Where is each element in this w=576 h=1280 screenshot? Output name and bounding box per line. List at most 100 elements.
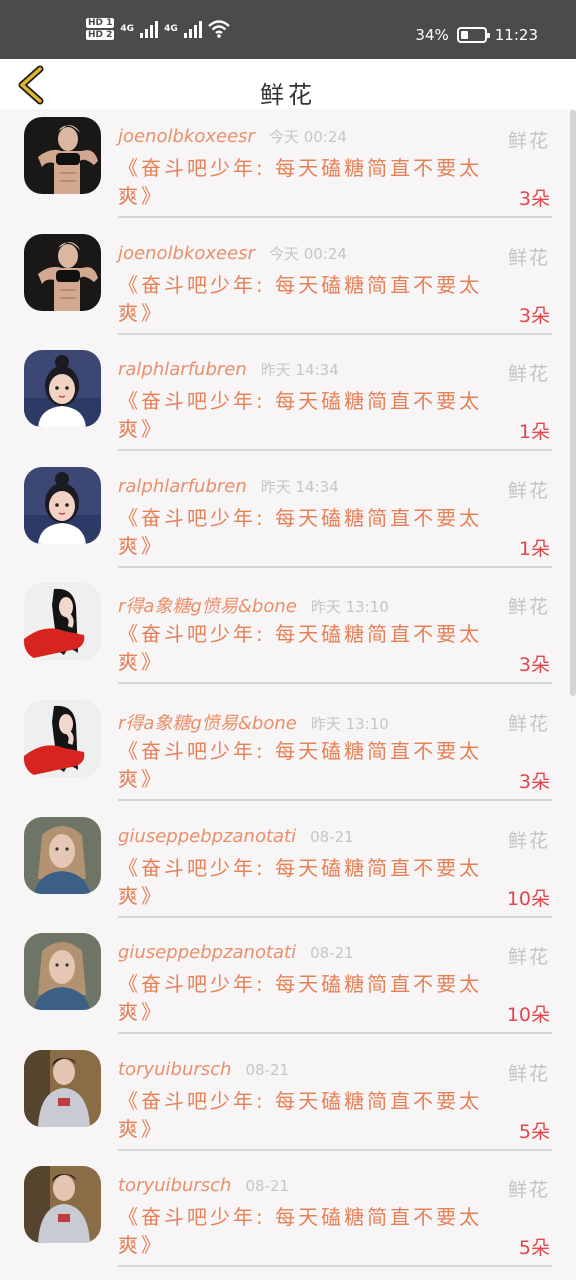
message-text: 《奋斗吧少年: 每天磕糖简直不要太爽》: [118, 1205, 483, 1258]
gift-type-label: 鲜花: [507, 596, 550, 619]
hd-badges: HD 1 HD 2: [86, 18, 115, 40]
gift-type-label: 鲜花: [507, 479, 550, 502]
message-text: 《奋斗吧少年: 每天磕糖简直不要太爽》: [118, 389, 483, 442]
blonde-girl-avatar[interactable]: [24, 816, 101, 894]
cartoon-girl-avatar[interactable]: [24, 350, 101, 428]
hd1-badge: HD 1: [86, 18, 115, 28]
flower-count: 1朵: [518, 537, 550, 560]
username-text: ralphlarfubren: [118, 359, 247, 381]
gift-type-label: 鲜花: [507, 1179, 550, 1202]
message-text: 《奋斗吧少年: 每天磕糖简直不要太爽》: [118, 738, 483, 791]
clock: 11:23: [494, 26, 538, 44]
red-shirt-girl-avatar[interactable]: [24, 699, 101, 777]
username-text: giuseppebpzanotati: [118, 825, 297, 847]
fitness-woman-avatar[interactable]: [24, 117, 101, 194]
battery-icon: [456, 27, 490, 43]
young-man-avatar[interactable]: [24, 1166, 101, 1244]
timestamp: 昨天 14:34: [260, 477, 339, 496]
list-item-10[interactable]: toryuibursch 08-21 鲜花 《奋斗吧少年: 每天磕糖简直不要太爽》…: [0, 1159, 566, 1276]
page-title: 鲜花: [260, 81, 316, 109]
divider: [118, 682, 552, 685]
message-text: 《奋斗吧少年: 每天磕糖简直不要太爽》: [118, 272, 483, 325]
username-text: joenolbkoxeesr: [118, 242, 255, 264]
flower-count: 3朵: [518, 304, 550, 327]
divider: [118, 332, 552, 335]
divider: [118, 1148, 552, 1151]
fitness-woman-avatar[interactable]: [24, 233, 101, 311]
young-man-avatar[interactable]: [24, 1049, 101, 1127]
gift-type-label: 鲜花: [507, 130, 550, 152]
flower-count: 3朵: [518, 654, 550, 677]
battery-percent: 34%: [415, 26, 449, 44]
timestamp: 昨天 14:34: [260, 361, 339, 380]
gift-type-label: 鲜花: [507, 363, 550, 386]
flower-count: 1朵: [518, 421, 550, 444]
username-text: r得a象糖g愤易&bone: [118, 712, 297, 734]
username-text: toryuibursch: [118, 1058, 232, 1080]
scrollbar[interactable]: [570, 110, 576, 696]
divider: [118, 798, 552, 801]
divider: [118, 1032, 552, 1035]
network-type-2: 4G: [164, 24, 178, 34]
timestamp: 08-21: [310, 827, 354, 846]
username: toryuibursch 08-21: [118, 1175, 289, 1196]
flower-count: 3朵: [518, 188, 550, 210]
username: joenolbkoxeesr 今天 00:24: [118, 243, 347, 264]
message-text: 《奋斗吧少年: 每天磕糖简直不要太爽》: [118, 505, 483, 558]
status-bar: HD 1 HD 2 4G 4G 34% 11:23: [0, 0, 576, 59]
message-text: 《奋斗吧少年: 每天磕糖简直不要太爽》: [118, 156, 483, 208]
blonde-girl-avatar[interactable]: [24, 933, 101, 1011]
list-item-9[interactable]: toryuibursch 08-21 鲜花 《奋斗吧少年: 每天磕糖简直不要太爽》…: [0, 1043, 566, 1160]
divider: [118, 1265, 552, 1268]
list-item-3[interactable]: ralphlarfubren 昨天 14:34 鲜花 《奋斗吧少年: 每天磕糖简直…: [0, 343, 566, 460]
list-item-8[interactable]: giuseppebpzanotati 08-21 鲜花 《奋斗吧少年: 每天磕糖简…: [0, 926, 566, 1043]
username-text: giuseppebpzanotati: [118, 942, 297, 964]
message-text: 《奋斗吧少年: 每天磕糖简直不要太爽》: [118, 855, 483, 908]
timestamp: 今天 00:24: [268, 244, 347, 263]
timestamp: 08-21: [310, 944, 354, 963]
list-item-4[interactable]: ralphlarfubren 昨天 14:34 鲜花 《奋斗吧少年: 每天磕糖简直…: [0, 460, 566, 577]
username: joenolbkoxeesr 今天 00:24: [118, 126, 347, 147]
timestamp: 昨天 13:10: [310, 598, 389, 617]
list-item-6[interactable]: r得a象糖g愤易&bone 昨天 13:10 鲜花 《奋斗吧少年: 每天磕糖简直不…: [0, 693, 566, 810]
flower-count: 5朵: [518, 1237, 550, 1260]
username: ralphlarfubren 昨天 14:34: [118, 359, 339, 380]
cartoon-girl-avatar[interactable]: [24, 466, 101, 544]
signal-icon-2: [183, 20, 202, 38]
divider: [118, 449, 552, 452]
timestamp: 08-21: [245, 1177, 290, 1196]
divider: [118, 565, 552, 568]
message-text: 《奋斗吧少年: 每天磕糖简直不要太爽》: [118, 622, 483, 675]
flower-record-list: joenolbkoxeesr 今天 00:24 鲜花 《奋斗吧少年: 每天磕糖简直…: [0, 110, 566, 1276]
flower-count: 10朵: [506, 887, 550, 910]
gift-type-label: 鲜花: [507, 946, 550, 969]
username-text: joenolbkoxeesr: [118, 126, 255, 147]
message-text: 《奋斗吧少年: 每天磕糖简直不要太爽》: [118, 1088, 483, 1141]
divider: [118, 915, 552, 918]
timestamp: 昨天 13:10: [310, 714, 389, 733]
username: ralphlarfubren 昨天 14:34: [118, 476, 339, 497]
message-text: 《奋斗吧少年: 每天磕糖简直不要太爽》: [118, 972, 483, 1025]
username: giuseppebpzanotati 08-21: [118, 942, 354, 963]
username: r得a象糖g愤易&bone 昨天 13:10: [118, 709, 389, 735]
signal-icon: [140, 20, 159, 38]
username-text: r得a象糖g愤易&bone: [118, 596, 297, 618]
status-right: 34% 11:23: [415, 26, 538, 44]
username-text: ralphlarfubren: [118, 475, 247, 497]
list-item-7[interactable]: giuseppebpzanotati 08-21 鲜花 《奋斗吧少年: 每天磕糖简…: [0, 810, 566, 927]
flower-count: 5朵: [518, 1120, 550, 1143]
username: r得a象糖g愤易&bone 昨天 13:10: [118, 592, 389, 618]
app-header: 鲜花: [0, 59, 576, 109]
flower-count: 3朵: [518, 770, 550, 793]
username: toryuibursch 08-21: [118, 1059, 289, 1080]
username-text: toryuibursch: [118, 1175, 232, 1197]
username: giuseppebpzanotati 08-21: [118, 826, 354, 847]
timestamp: 08-21: [245, 1060, 290, 1079]
flower-count: 10朵: [506, 1004, 550, 1027]
red-shirt-girl-avatar[interactable]: [24, 583, 101, 661]
list-item-1[interactable]: joenolbkoxeesr 今天 00:24 鲜花 《奋斗吧少年: 每天磕糖简直…: [0, 110, 566, 227]
list-item-5[interactable]: r得a象糖g愤易&bone 昨天 13:10 鲜花 《奋斗吧少年: 每天磕糖简直不…: [0, 576, 566, 693]
hd2-badge: HD 2: [86, 30, 115, 40]
list-item-2[interactable]: joenolbkoxeesr 今天 00:24 鲜花 《奋斗吧少年: 每天磕糖简直…: [0, 227, 566, 344]
gift-type-label: 鲜花: [507, 829, 550, 852]
